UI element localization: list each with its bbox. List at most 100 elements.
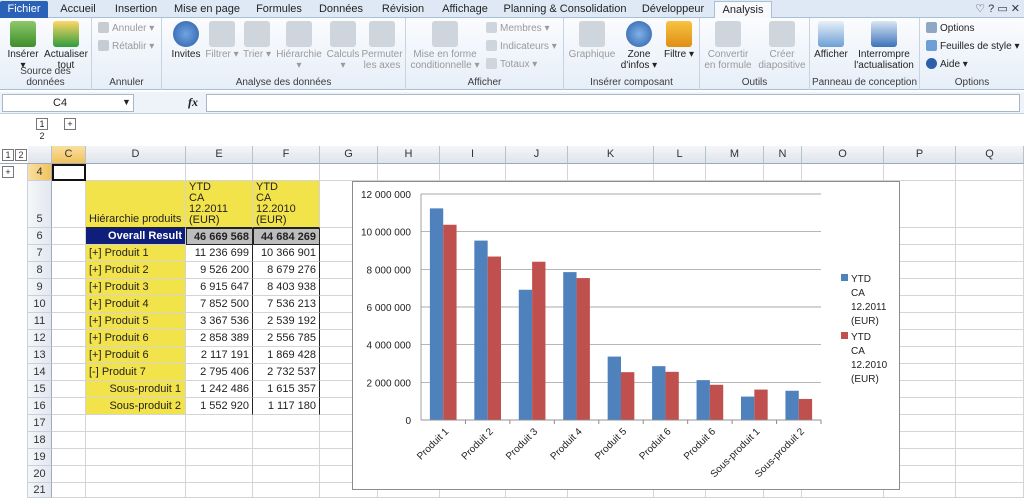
graphique-button[interactable]: Graphique (566, 21, 618, 60)
value-ytd-2010[interactable]: 1 615 357 (253, 381, 320, 398)
col-header-o[interactable]: O (802, 146, 884, 164)
outline-col-level-2[interactable]: 2 (36, 131, 48, 143)
hierarchy-member-2[interactable]: [+] Produit 2 (86, 262, 186, 279)
interrompre-actualisation-button[interactable]: Interrompre l'actualisation (850, 21, 918, 71)
row-header-14[interactable]: 14 (28, 364, 52, 381)
permuter-axes-button[interactable]: Permuter les axes (360, 21, 404, 71)
row-header-5[interactable]: 5 (28, 181, 52, 228)
overall-result-value[interactable]: 46 669 568 (186, 228, 253, 245)
value-ytd-2010[interactable]: 2 732 537 (253, 364, 320, 381)
value-ytd-2010[interactable]: 7 536 213 (253, 296, 320, 313)
value-ytd-2011[interactable]: 3 367 536 (186, 313, 253, 330)
filtre-button[interactable]: Filtre ▾ (660, 21, 698, 60)
invites-button[interactable]: Invites (166, 21, 206, 60)
col-header-q[interactable]: Q (956, 146, 1024, 164)
value-ytd-2011[interactable]: 9 526 200 (186, 262, 253, 279)
col-header-c[interactable]: C (52, 146, 86, 164)
col-header-k[interactable]: K (568, 146, 654, 164)
row-header-6[interactable]: 6 (28, 228, 52, 245)
tab-insertion[interactable]: Insertion (108, 1, 164, 18)
tab-fichier[interactable]: Fichier (0, 1, 48, 18)
col-header-l[interactable]: L (654, 146, 706, 164)
value-ytd-2010[interactable]: 1 117 180 (253, 398, 320, 415)
value-ytd-2011[interactable]: 7 852 500 (186, 296, 253, 313)
measure-header-cell[interactable]: YTD CA 12.2011 (EUR) (186, 181, 253, 228)
select-all-corner[interactable] (28, 146, 52, 164)
value-ytd-2011[interactable]: 2 117 191 (186, 347, 253, 364)
col-header-i[interactable]: I (440, 146, 506, 164)
row-header-20[interactable]: 20 (28, 466, 52, 483)
col-header-p[interactable]: P (884, 146, 956, 164)
options-button[interactable]: Options (926, 22, 974, 36)
value-ytd-2011[interactable]: 2 795 406 (186, 364, 253, 381)
col-header-n[interactable]: N (764, 146, 802, 164)
mise-en-forme-conditionnelle-button[interactable]: Mise en forme conditionnelle ▾ (408, 21, 482, 71)
totaux-button[interactable]: Totaux ▾ (486, 58, 537, 72)
tab-formules[interactable]: Formules (250, 1, 308, 18)
tab-affichage[interactable]: Affichage (436, 1, 494, 18)
value-ytd-2011[interactable]: 1 552 920 (186, 398, 253, 415)
col-header-d[interactable]: D (86, 146, 186, 164)
row-header-4[interactable]: 4 (28, 164, 52, 181)
creer-diapositive-button[interactable]: Créer diapositive (756, 21, 808, 71)
col-header-f[interactable]: F (253, 146, 320, 164)
value-ytd-2010[interactable]: 1 869 428 (253, 347, 320, 364)
hierarchy-member-8[interactable]: [-] Produit 7 (86, 364, 186, 381)
row-header-16[interactable]: 16 (28, 398, 52, 415)
col-header-m[interactable]: M (706, 146, 764, 164)
retablir-button[interactable]: Rétablir ▾ (98, 40, 154, 54)
row-header-13[interactable]: 13 (28, 347, 52, 364)
tab-mise-en-page[interactable]: Mise en page (168, 1, 246, 18)
hierarchy-member-7[interactable]: [+] Produit 6 (86, 347, 186, 364)
tab-planning[interactable]: Planning & Consolidation (500, 1, 630, 18)
name-box[interactable]: C4 (2, 94, 134, 112)
indicateurs-button[interactable]: Indicateurs ▾ (486, 40, 557, 54)
measure-header-cell[interactable]: YTD CA 12.2010 (EUR) (253, 181, 320, 228)
row-header-8[interactable]: 8 (28, 262, 52, 279)
hierarchy-member-4[interactable]: [+] Produit 4 (86, 296, 186, 313)
row-header-12[interactable]: 12 (28, 330, 52, 347)
tab-accueil[interactable]: Accueil (52, 1, 104, 18)
outline-col-level-1[interactable]: 1 (36, 118, 48, 130)
overall-result-value[interactable]: 44 684 269 (253, 228, 320, 245)
col-header-j[interactable]: J (506, 146, 568, 164)
row-header-7[interactable]: 7 (28, 245, 52, 262)
feuilles-de-style-button[interactable]: Feuilles de style ▾ (926, 40, 1020, 54)
hierarchy-member-5[interactable]: [+] Produit 5 (86, 313, 186, 330)
window-controls[interactable]: ♡ ? ▭ ✕ (975, 2, 1020, 15)
tab-analysis[interactable]: Analysis (714, 1, 772, 18)
annuler-button[interactable]: Annuler ▾ (98, 22, 154, 36)
outline-row-level-1[interactable]: 1 (2, 149, 14, 161)
membres-button[interactable]: Membres ▾ (486, 22, 550, 36)
aide-button[interactable]: Aide ▾ (926, 58, 968, 72)
row-header-11[interactable]: 11 (28, 313, 52, 330)
actualiser-tout-button[interactable]: Actualiser tout (42, 21, 90, 71)
zone-infos-button[interactable]: Zone d'infos ▾ (618, 21, 660, 71)
tab-developpeur[interactable]: Développeur (636, 1, 710, 18)
row-header-21[interactable]: 21 (28, 483, 52, 498)
col-header-g[interactable]: G (320, 146, 378, 164)
outline-row-level-2[interactable]: 2 (15, 149, 27, 161)
hierarchy-header-cell[interactable]: Hiérarchie produits (86, 181, 186, 228)
convertir-formule-button[interactable]: Convertir en formule (702, 21, 754, 71)
col-header-e[interactable]: E (186, 146, 253, 164)
afficher-panneau-button[interactable]: Afficher (812, 21, 850, 60)
value-ytd-2010[interactable]: 8 679 276 (253, 262, 320, 279)
hierarchy-member-3[interactable]: [+] Produit 3 (86, 279, 186, 296)
value-ytd-2010[interactable]: 8 403 938 (253, 279, 320, 296)
formula-input[interactable] (206, 94, 1020, 112)
hierarchy-member-1[interactable]: [+] Produit 1 (86, 245, 186, 262)
trier-button[interactable]: Trier ▾ (240, 21, 274, 60)
value-ytd-2011[interactable]: 1 242 486 (186, 381, 253, 398)
row-header-18[interactable]: 18 (28, 432, 52, 449)
row-header-9[interactable]: 9 (28, 279, 52, 296)
inserer-button[interactable]: Insérer ▾ (4, 21, 42, 71)
hierarchy-member-9[interactable]: Sous-produit 1 (86, 381, 186, 398)
value-ytd-2011[interactable]: 2 858 389 (186, 330, 253, 347)
col-header-h[interactable]: H (378, 146, 440, 164)
value-ytd-2011[interactable]: 11 236 699 (186, 245, 253, 262)
value-ytd-2010[interactable]: 2 556 785 (253, 330, 320, 347)
tab-donnees[interactable]: Données (312, 1, 370, 18)
fx-icon[interactable]: fx (188, 95, 198, 110)
value-ytd-2011[interactable]: 6 915 647 (186, 279, 253, 296)
